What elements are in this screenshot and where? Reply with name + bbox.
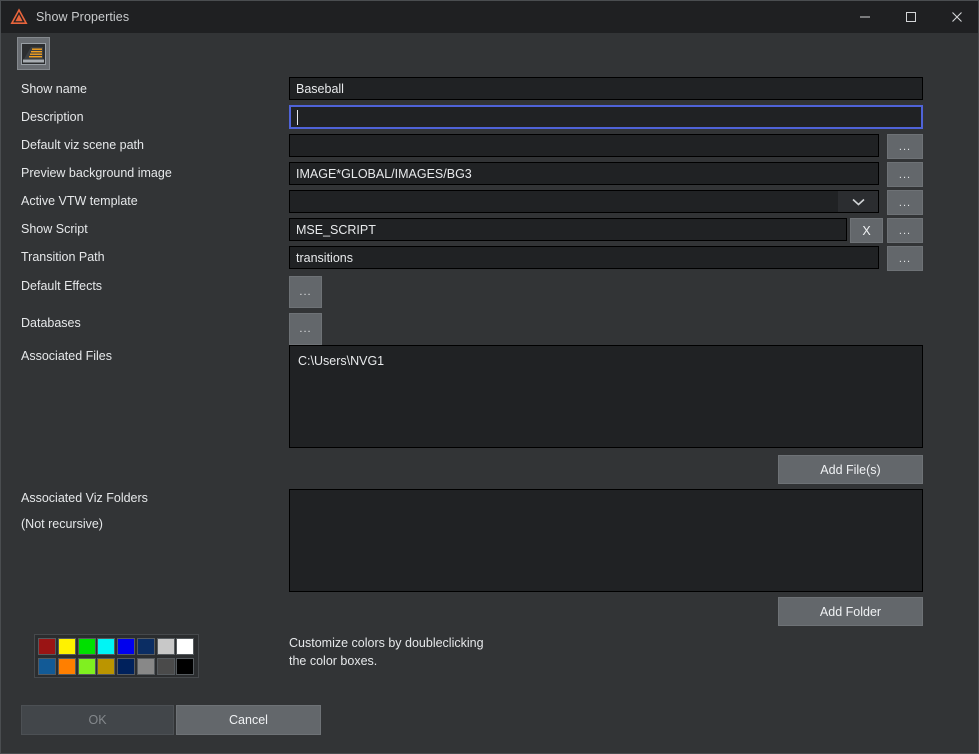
color-swatch[interactable] [137,658,155,675]
color-swatch[interactable] [176,658,194,675]
label-default-effects: Default Effects [21,279,102,293]
transition-path-browse-button[interactable]: ... [887,246,923,271]
viz-triangle-logo-icon [10,8,28,26]
label-transition-path: Transition Path [21,250,105,264]
label-show-script: Show Script [21,222,88,236]
color-swatch[interactable] [58,658,76,675]
color-swatch[interactable] [97,638,115,655]
color-swatch[interactable] [117,658,135,675]
databases-browse-button[interactable]: ... [289,313,322,345]
label-show-name: Show name [21,82,87,96]
titlebar: Show Properties [1,1,979,33]
window-title: Show Properties [36,10,129,24]
palette-note: Customize colors by doubleclicking the c… [289,634,549,670]
label-description: Description [21,110,84,124]
color-swatch[interactable] [97,658,115,675]
color-swatch[interactable] [78,638,96,655]
chevron-down-icon [838,191,878,212]
preview-background-image-browse-button[interactable]: ... [887,162,923,187]
color-swatch[interactable] [58,638,76,655]
color-palette[interactable] [34,634,199,678]
color-swatch[interactable] [137,638,155,655]
list-item[interactable]: C:\Users\NVG1 [298,353,914,370]
associated-files-list[interactable]: C:\Users\NVG1 [289,345,923,448]
description-input[interactable] [289,105,923,129]
label-databases: Databases [21,316,81,330]
associated-viz-folders-list[interactable] [289,489,923,592]
color-swatch[interactable] [38,638,56,655]
cancel-button[interactable]: Cancel [176,705,321,735]
default-viz-scene-path-browse-button[interactable]: ... [887,134,923,159]
show-script-clear-button[interactable]: X [850,218,883,243]
active-vtw-template-browse-button[interactable]: ... [887,190,923,215]
color-swatch[interactable] [78,658,96,675]
label-preview-background-image: Preview background image [21,166,172,180]
text-caret [297,110,298,125]
show-script-input[interactable] [289,218,847,241]
transition-path-input[interactable] [289,246,879,269]
color-swatch[interactable] [176,638,194,655]
add-files-button[interactable]: Add File(s) [778,455,923,484]
minimize-icon[interactable] [842,1,888,33]
color-swatch[interactable] [38,658,56,675]
default-viz-scene-path-input[interactable] [289,134,879,157]
active-vtw-template-combobox[interactable] [289,190,879,213]
label-not-recursive: (Not recursive) [21,517,103,531]
label-default-viz-scene-path: Default viz scene path [21,138,144,152]
preview-background-image-input[interactable] [289,162,879,185]
show-name-input[interactable] [289,77,923,100]
palette-note-line-2: the color boxes. [289,652,549,670]
label-associated-viz-folders: Associated Viz Folders [21,491,148,505]
window-controls [842,1,979,33]
close-icon[interactable] [934,1,979,33]
label-active-vtw-template: Active VTW template [21,194,138,208]
palette-note-line-1: Customize colors by doubleclicking [289,634,549,652]
label-associated-files: Associated Files [21,349,112,363]
add-folder-button[interactable]: Add Folder [778,597,923,626]
show-script-browse-button[interactable]: ... [887,218,923,243]
color-swatch[interactable] [157,658,175,675]
maximize-icon[interactable] [888,1,934,33]
show-thumbnail-icon[interactable] [17,37,50,70]
ok-button[interactable]: OK [21,705,174,735]
color-swatch[interactable] [117,638,135,655]
show-properties-dialog: Show Properties Show [0,0,979,754]
color-swatch[interactable] [157,638,175,655]
default-effects-browse-button[interactable]: ... [289,276,322,308]
